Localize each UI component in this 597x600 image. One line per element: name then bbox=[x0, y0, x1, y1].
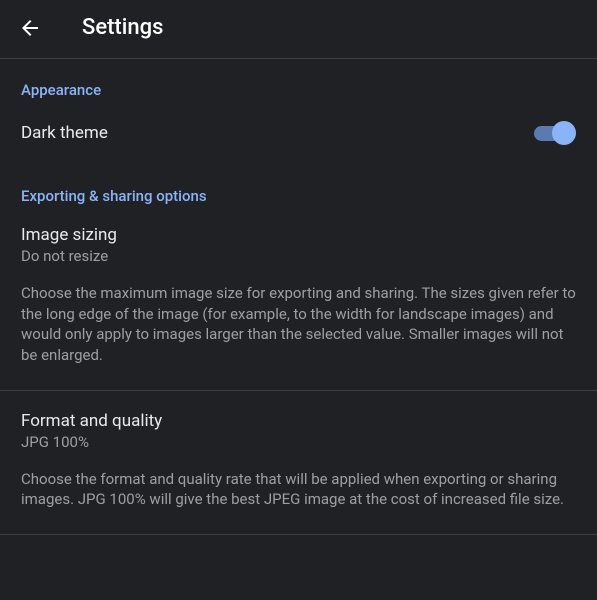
page-title: Settings bbox=[82, 15, 163, 40]
dark-theme-setting[interactable]: Dark theme bbox=[0, 99, 597, 165]
exporting-section-header: Exporting & sharing options bbox=[0, 165, 597, 205]
dark-theme-toggle[interactable] bbox=[534, 119, 576, 147]
image-sizing-title: Image sizing bbox=[21, 225, 576, 245]
format-quality-value: JPG 100% bbox=[21, 433, 576, 451]
image-sizing-description: Choose the maximum image size for export… bbox=[21, 283, 576, 366]
arrow-back-icon bbox=[18, 15, 42, 41]
image-sizing-value: Do not resize bbox=[21, 247, 576, 265]
appearance-section-header: Appearance bbox=[0, 59, 597, 99]
image-sizing-setting[interactable]: Image sizing Do not resize Choose the ma… bbox=[0, 205, 597, 391]
dark-theme-label: Dark theme bbox=[21, 123, 108, 143]
back-button[interactable] bbox=[18, 16, 42, 40]
format-quality-setting[interactable]: Format and quality JPG 100% Choose the f… bbox=[0, 391, 597, 535]
format-quality-description: Choose the format and quality rate that … bbox=[21, 469, 576, 510]
format-quality-title: Format and quality bbox=[21, 411, 576, 431]
toggle-thumb bbox=[552, 121, 576, 145]
settings-header: Settings bbox=[0, 0, 597, 59]
